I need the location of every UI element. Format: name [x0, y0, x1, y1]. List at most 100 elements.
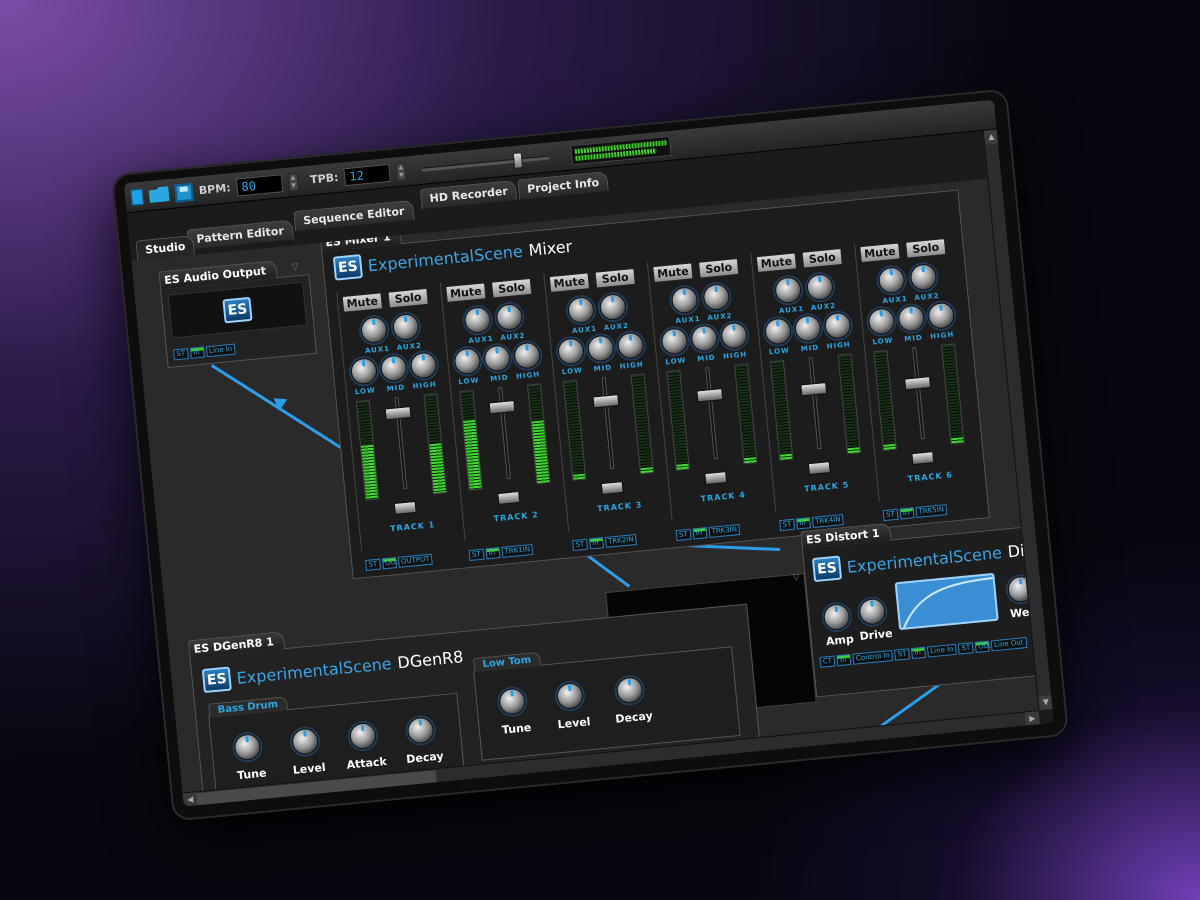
port-line-in[interactable]: Line In	[926, 643, 958, 658]
low-eq-knob[interactable]	[453, 347, 482, 376]
mid-eq-knob[interactable]	[690, 324, 719, 353]
high-eq-knob[interactable]	[409, 351, 438, 380]
aux1-knob[interactable]	[773, 276, 803, 305]
fader-thumb[interactable]	[592, 394, 620, 409]
mute-button[interactable]: Mute	[341, 292, 384, 313]
pan-thumb[interactable]	[911, 451, 935, 466]
bpm-field[interactable]: 80	[235, 173, 284, 197]
solo-button[interactable]: Solo	[697, 257, 740, 279]
port-out[interactable]: Out	[974, 640, 991, 653]
port-st[interactable]: ST	[882, 508, 899, 522]
mid-eq-knob[interactable]	[793, 314, 823, 343]
fader-track[interactable]	[705, 367, 718, 460]
port-track-io[interactable]: TRK3IN	[708, 523, 741, 538]
tab-hd-recorder[interactable]: HD Recorder	[419, 179, 518, 210]
aux1-knob[interactable]	[670, 286, 699, 315]
solo-button[interactable]: Solo	[594, 267, 636, 289]
aux1-knob[interactable]	[463, 305, 492, 335]
amp-knob[interactable]	[822, 602, 851, 632]
port-line-in[interactable]: Line In	[205, 343, 236, 358]
pan-thumb[interactable]	[807, 461, 831, 476]
pan-thumb[interactable]	[600, 480, 624, 496]
open-folder-icon[interactable]	[148, 186, 169, 203]
bpm-spinner[interactable]: ▲ ▼	[287, 172, 300, 192]
port-line-out[interactable]: Line Out	[990, 637, 1028, 652]
port-st[interactable]: ST	[894, 648, 910, 661]
mid-eq-knob[interactable]	[483, 344, 512, 373]
port-track-io[interactable]: TRK5IN	[915, 504, 948, 519]
master-volume-slider[interactable]	[421, 151, 550, 172]
mute-button[interactable]: Mute	[859, 242, 901, 264]
distort-module[interactable]: ES Distort 1 ES ExperimentalScene Disto …	[800, 522, 1039, 698]
fader-track[interactable]	[601, 377, 615, 470]
bass-decay-knob[interactable]	[406, 716, 435, 745]
aux2-knob[interactable]	[909, 263, 938, 292]
fader-thumb[interactable]	[800, 382, 828, 397]
module-title[interactable]: ES DGenR8 1	[187, 631, 286, 659]
low-eq-knob[interactable]	[867, 307, 896, 336]
scroll-down-icon[interactable]: ▼	[1038, 694, 1054, 711]
scroll-up-icon[interactable]: ▲	[983, 129, 1000, 145]
fader-thumb[interactable]	[904, 376, 932, 391]
port-st[interactable]: ST	[365, 558, 381, 571]
scroll-right-icon[interactable]: ▶	[1024, 711, 1040, 727]
low-eq-knob[interactable]	[660, 327, 689, 356]
pan-thumb[interactable]	[393, 500, 417, 515]
bass-level-knob[interactable]	[290, 727, 320, 756]
tab-pattern-editor[interactable]: Pattern Editor	[186, 219, 294, 250]
port-io[interactable]: In	[692, 527, 708, 540]
aux1-knob[interactable]	[877, 266, 906, 295]
mute-button[interactable]: Mute	[445, 282, 487, 304]
fader-track[interactable]	[808, 357, 822, 450]
fader-track[interactable]	[912, 347, 925, 440]
low-eq-knob[interactable]	[556, 337, 586, 366]
port-in[interactable]: In	[910, 646, 926, 660]
new-file-icon[interactable]	[130, 188, 144, 206]
high-eq-knob[interactable]	[616, 331, 645, 360]
port-st[interactable]: ST	[172, 348, 189, 361]
fader-thumb[interactable]	[488, 399, 516, 415]
fader-thumb[interactable]	[696, 388, 724, 403]
pan-thumb[interactable]	[497, 490, 521, 506]
aux1-knob[interactable]	[359, 315, 389, 345]
port-io[interactable]: In	[485, 547, 501, 560]
port-track-io[interactable]: OUTPUT	[397, 553, 434, 568]
aux1-knob[interactable]	[566, 296, 596, 325]
tom-level-knob[interactable]	[555, 681, 585, 711]
solo-button[interactable]: Solo	[387, 287, 429, 309]
save-disk-icon[interactable]	[174, 182, 194, 203]
aux2-knob[interactable]	[702, 282, 731, 312]
port-st[interactable]: ST	[779, 518, 795, 532]
port-io[interactable]: In	[588, 537, 604, 550]
port-io[interactable]: In	[795, 517, 811, 530]
scroll-left-icon[interactable]: ◀	[182, 792, 198, 807]
collapse-icon[interactable]: ▽	[291, 261, 306, 273]
tpb-field[interactable]: 12	[343, 163, 392, 186]
aux2-knob[interactable]	[805, 272, 835, 302]
high-eq-knob[interactable]	[512, 341, 542, 370]
port-io[interactable]: Out	[381, 557, 398, 570]
mute-button[interactable]: Mute	[755, 252, 798, 274]
low-eq-knob[interactable]	[349, 357, 379, 386]
aux2-knob[interactable]	[598, 292, 628, 322]
tab-project-info[interactable]: Project Info	[517, 171, 609, 200]
bass-attack-knob[interactable]	[348, 721, 378, 751]
mute-button[interactable]: Mute	[548, 272, 591, 294]
tom-decay-knob[interactable]	[615, 676, 644, 705]
port-track-io[interactable]: TRK2IN	[604, 533, 638, 548]
port-st[interactable]: ST	[958, 642, 974, 655]
port-ct[interactable]: CT	[819, 655, 836, 668]
high-eq-knob[interactable]	[927, 301, 956, 330]
fader-thumb[interactable]	[384, 405, 412, 421]
low-eq-knob[interactable]	[763, 317, 793, 346]
port-st[interactable]: ST	[572, 538, 588, 552]
audio-output-module[interactable]: ES Audio Output ▽ ES ST In Line In	[158, 260, 318, 369]
mid-eq-knob[interactable]	[586, 334, 616, 363]
bass-tune-knob[interactable]	[233, 732, 262, 762]
high-eq-knob[interactable]	[823, 311, 852, 340]
tpb-spinner[interactable]: ▲ ▼	[395, 161, 407, 181]
solo-button[interactable]: Solo	[490, 277, 533, 299]
mid-eq-knob[interactable]	[379, 354, 408, 383]
port-control-in[interactable]: Control In	[852, 649, 894, 665]
high-eq-knob[interactable]	[720, 321, 749, 350]
